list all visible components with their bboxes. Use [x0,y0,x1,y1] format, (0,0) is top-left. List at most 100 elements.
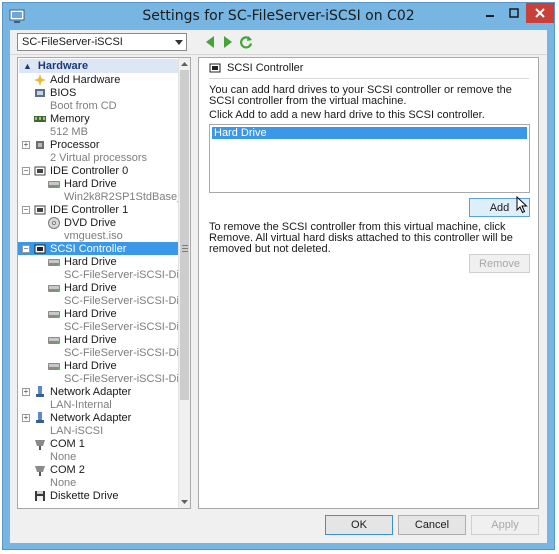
tree-item-detail: Win2k8R2SP1StdBase_9DB... [64,191,190,203]
network-adapter-icon [36,412,44,423]
apply-button[interactable]: Apply [471,515,539,535]
ok-button[interactable]: OK [325,515,393,535]
minimize-button[interactable] [478,3,502,23]
tree-item-label: Processor [50,139,100,151]
memory-icon [34,116,46,122]
tree-item-label: SCSI Controller [50,243,127,255]
add-button[interactable]: Add [469,198,530,217]
collapse-icon[interactable]: − [22,245,30,253]
hard-drive-icon [48,259,60,266]
tree-item-ide-controller-0[interactable]: − IDE Controller 0 [18,164,179,178]
tree-item-network-adapter-internal[interactable]: + Network Adapter LAN-Internal [18,385,179,411]
settings-tree[interactable]: ▲ Hardware Add Hardware BIOS Boot from C… [17,57,191,509]
add-hardware-icon [34,74,46,86]
tree-item-label: DVD Drive [64,217,116,229]
intro-text: You can add hard drives to your SCSI con… [209,84,512,107]
tree-item-hard-drive-disk2[interactable]: Hard Drive SC-FileServer-iSCSI-Disk2.... [18,255,190,281]
hard-drive-icon [48,181,60,188]
tree-item-com2[interactable]: COM 2 None [18,463,179,489]
tree-item-label: Hard Drive [64,334,117,346]
forward-button[interactable] [220,34,236,50]
tree-item-label: Hard Drive [64,256,117,268]
tree-item-hard-drive-disk6[interactable]: Hard Drive SC-FileServer-iSCSI-Disk6.... [18,333,190,359]
vm-selector-value: SC-FileServer-iSCSI [22,36,123,48]
refresh-icon [240,36,253,49]
tree-item-hard-drive-disk5[interactable]: Hard Drive SC-FileServer-iSCSI-Disk5.... [18,359,190,385]
tree-item-com1[interactable]: COM 1 None [18,437,179,463]
scroll-grip-icon [182,245,188,252]
tree-item-label: Diskette Drive [50,490,119,502]
tree-item-label: BIOS [50,87,77,99]
tree-item-label: Hard Drive [64,282,117,294]
tree-item-add-hardware[interactable]: Add Hardware [18,73,179,87]
hardware-section-label: Hardware [37,60,89,72]
tree-item-hard-drive-ide0[interactable]: Hard Drive Win2k8R2SP1StdBase_9DB... [18,177,190,203]
tree-item-detail: SC-FileServer-iSCSI-Disk6.... [64,347,190,359]
tree-item-detail: SC-FileServer-iSCSI-Disk4.... [64,321,190,333]
scrollbar-thumb[interactable] [180,70,189,400]
title-bar[interactable]: Settings for SC-FileServer-iSCSI on C02 [3,3,554,29]
remove-instructions: To remove the SCSI controller from this … [209,221,513,255]
hardware-section-header[interactable]: ▲ Hardware [19,59,178,73]
tree-item-label: COM 1 [50,438,85,450]
cancel-button[interactable]: Cancel [398,515,466,535]
tree-item-ide-controller-1[interactable]: − IDE Controller 1 [18,203,179,217]
maximize-button[interactable] [502,3,526,23]
tree-item-label: Network Adapter [50,412,132,424]
tree-item-detail: SC-FileServer-iSCSI-Disk5.... [64,373,190,385]
scroll-down-icon[interactable] [179,496,190,508]
tree-item-detail: 2 Virtual processors [50,152,148,164]
hard-drive-icon [48,311,60,318]
scsi-controller-panel: SCSI Controller You can add hard drives … [198,57,539,509]
diskette-drive-icon [35,491,45,501]
vm-selector-dropdown[interactable]: SC-FileServer-iSCSI [17,33,187,51]
close-icon [535,8,545,18]
toolbar-divider [10,54,547,55]
scroll-up-icon[interactable] [179,58,190,70]
network-adapter-icon [36,386,44,397]
tree-item-detail: vmguest.iso [64,230,123,242]
tree-item-hard-drive-disk4[interactable]: Hard Drive SC-FileServer-iSCSI-Disk4.... [18,307,190,333]
tree-item-detail: Boot from CD [50,100,117,112]
minimize-icon [486,15,494,17]
refresh-button[interactable] [238,34,254,50]
expand-icon[interactable]: + [22,414,30,422]
back-button[interactable] [202,34,218,50]
panel-title: SCSI Controller [227,62,304,74]
com-port-icon [35,466,45,476]
collapse-icon[interactable]: − [22,167,30,175]
collapse-icon[interactable]: − [22,206,30,214]
dvd-drive-icon [48,217,60,229]
close-button[interactable] [526,3,554,23]
tree-item-memory[interactable]: Memory 512 MB [18,112,179,138]
arrow-right-icon [224,36,232,48]
tree-item-detail: None [50,477,77,489]
collapse-chevron-icon: ▲ [23,61,32,71]
panel-header: SCSI Controller [209,62,303,74]
tree-item-detail: SC-FileServer-iSCSI-Disk2.... [64,269,190,281]
tree-item-dvd-drive[interactable]: DVD Drive vmguest.iso [18,216,179,242]
processor-icon [36,141,44,149]
tree-scrollbar[interactable] [178,58,190,508]
expand-icon[interactable]: + [22,141,30,149]
tree-item-label: Hard Drive [64,178,117,190]
tree-item-label: Add Hardware [50,74,121,86]
tree-item-detail: LAN-Internal [50,399,112,411]
tree-item-bios[interactable]: BIOS Boot from CD [18,86,179,112]
tree-item-network-adapter-iscsi[interactable]: + Network Adapter LAN-iSCSI [18,411,179,437]
ide-controller-icon [34,166,46,176]
panel-divider [209,78,529,79]
hard-drive-icon [48,337,60,344]
remove-button[interactable]: Remove [469,254,530,273]
tree-item-processor[interactable]: + Processor 2 Virtual processors [18,138,179,164]
tree-item-detail: None [50,451,77,463]
drive-type-list[interactable]: Hard Drive [209,124,530,193]
tree-item-label: Memory [50,113,90,125]
expand-icon[interactable]: + [22,388,30,396]
tree-item-hard-drive-disk3[interactable]: Hard Drive SC-FileServer-iSCSI-Disk3.... [18,281,190,307]
tree-item-label: IDE Controller 0 [50,165,129,177]
tree-item-scsi-controller[interactable]: − SCSI Controller [18,242,179,255]
tree-item-diskette-drive[interactable]: Diskette Drive [18,489,179,508]
dialog-client-area: SC-FileServer-iSCSI ▲ Hardware Add Hardw… [10,30,547,543]
list-item[interactable]: Hard Drive [212,127,527,139]
